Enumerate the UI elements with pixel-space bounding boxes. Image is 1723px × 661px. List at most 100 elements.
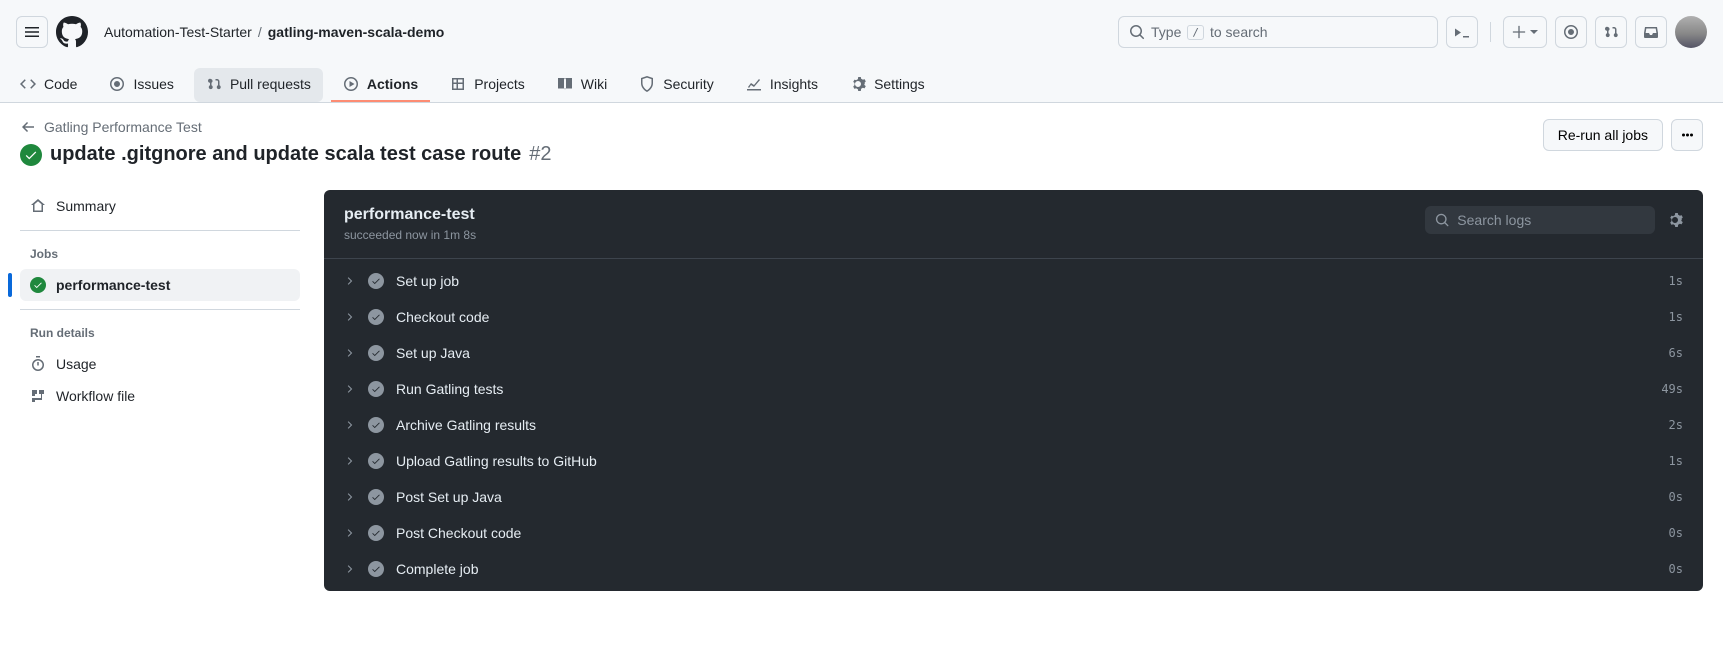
check-icon [24, 148, 38, 162]
step-duration: 2s [1669, 418, 1683, 432]
step-status-success-icon [368, 525, 384, 541]
step-duration: 0s [1669, 526, 1683, 540]
tab-insights[interactable]: Insights [734, 68, 830, 102]
back-link[interactable]: Gatling Performance Test [20, 119, 551, 135]
step-row[interactable]: Post Set up Java 0s [324, 479, 1703, 515]
tab-settings[interactable]: Settings [838, 68, 937, 102]
command-palette-button[interactable] [1446, 16, 1478, 48]
tab-label: Issues [133, 76, 173, 92]
run-number: #2 [529, 143, 551, 166]
step-row[interactable]: Upload Gatling results to GitHub1s [324, 443, 1703, 479]
more-actions-button[interactable] [1671, 119, 1703, 151]
step-status-success-icon [368, 453, 384, 469]
chevron-right-icon [344, 383, 356, 395]
log-settings-button[interactable] [1667, 212, 1683, 228]
tab-pull-requests[interactable]: Pull requests [194, 68, 323, 102]
app-header: Automation-Test-Starter / gatling-maven-… [0, 0, 1723, 103]
step-status-success-icon [368, 273, 384, 289]
tab-wiki[interactable]: Wiki [545, 68, 619, 102]
log-search-input[interactable] [1457, 212, 1645, 228]
status-success-icon [30, 277, 46, 293]
chevron-right-icon [344, 347, 356, 359]
step-row[interactable]: Set up job1s [324, 263, 1703, 299]
tab-label: Wiki [581, 76, 607, 92]
tab-projects[interactable]: Projects [438, 68, 537, 102]
sidebar-job-label: performance-test [56, 277, 170, 293]
steps-list: Set up job1s Checkout code 1s Set up Java6s… [324, 259, 1703, 591]
tab-label: Pull requests [230, 76, 311, 92]
status-success-icon [20, 144, 42, 166]
breadcrumb-repo[interactable]: gatling-maven-scala-demo [268, 24, 445, 40]
sidebar-workflow-file[interactable]: Workflow file [20, 380, 300, 412]
tab-label: Projects [474, 76, 525, 92]
tab-label: Actions [367, 76, 418, 92]
sidebar-divider [20, 230, 300, 231]
chevron-right-icon [344, 311, 356, 323]
sidebar-label: Usage [56, 356, 96, 372]
chevron-right-icon [344, 419, 356, 431]
gear-icon [850, 76, 866, 92]
caret-down-icon [1530, 28, 1538, 36]
header-top-row: Automation-Test-Starter / gatling-maven-… [0, 0, 1723, 48]
pr-icon [206, 76, 222, 92]
step-row[interactable]: Post Checkout code0s [324, 515, 1703, 551]
step-duration: 49s [1661, 382, 1683, 396]
tab-issues[interactable]: Issues [97, 68, 185, 102]
step-duration: 1s [1669, 310, 1683, 324]
hamburger-menu[interactable] [16, 16, 48, 48]
search-prefix: Type [1151, 24, 1181, 40]
sidebar-jobs-heading: Jobs [20, 239, 300, 269]
chevron-right-icon [344, 455, 356, 467]
stopwatch-icon [30, 356, 46, 372]
tab-label: Code [44, 76, 77, 92]
breadcrumb-owner[interactable]: Automation-Test-Starter [104, 24, 252, 40]
tab-label: Settings [874, 76, 925, 92]
notifications-button[interactable] [1635, 16, 1667, 48]
step-row[interactable]: Checkout code 1s [324, 299, 1703, 335]
global-search[interactable]: Type / to search [1118, 16, 1438, 48]
search-key: / [1187, 25, 1204, 40]
sidebar-summary[interactable]: Summary [20, 190, 300, 222]
step-duration: 0s [1669, 490, 1683, 504]
search-icon [1435, 212, 1449, 228]
step-name: Checkout code [396, 309, 1657, 325]
github-logo[interactable] [56, 16, 88, 48]
chevron-right-icon [344, 563, 356, 575]
graph-icon [746, 76, 762, 92]
step-row[interactable]: Set up Java6s [324, 335, 1703, 371]
step-row[interactable]: Complete job0s [324, 551, 1703, 587]
create-new-button[interactable] [1503, 16, 1547, 48]
chevron-right-icon [344, 275, 356, 287]
step-status-success-icon [368, 309, 384, 325]
sidebar-usage[interactable]: Usage [20, 348, 300, 380]
kebab-icon [1679, 127, 1695, 143]
job-header: performance-test succeeded now in 1m 8s [324, 190, 1703, 259]
tab-actions[interactable]: Actions [331, 68, 430, 102]
step-row[interactable]: Archive Gatling results2s [324, 407, 1703, 443]
arrow-left-icon [20, 119, 36, 135]
step-name: Set up Java [396, 345, 1657, 361]
repo-tabs: Code Issues Pull requests Actions Projec… [0, 60, 1723, 102]
run-title-text: update .gitgnore and update scala test c… [50, 143, 521, 166]
layout: Summary Jobs performance-test Run detail… [0, 190, 1723, 611]
tab-label: Security [663, 76, 714, 92]
rerun-all-button[interactable]: Re-run all jobs [1543, 119, 1663, 151]
issues-button[interactable] [1555, 16, 1587, 48]
book-icon [557, 76, 573, 92]
step-status-success-icon [368, 417, 384, 433]
job-subtitle: succeeded now in 1m 8s [344, 228, 476, 242]
user-avatar[interactable] [1675, 16, 1707, 48]
pull-requests-button[interactable] [1595, 16, 1627, 48]
step-row[interactable]: Run Gatling tests49s [324, 371, 1703, 407]
tab-security[interactable]: Security [627, 68, 726, 102]
sidebar-job-item[interactable]: performance-test [20, 269, 300, 301]
shield-icon [639, 76, 655, 92]
step-name: Set up job [396, 273, 1657, 289]
tab-code[interactable]: Code [8, 68, 89, 102]
issue-icon [109, 76, 125, 92]
search-icon [1129, 24, 1145, 40]
sidebar-label: Workflow file [56, 388, 135, 404]
log-search[interactable] [1425, 206, 1655, 234]
sidebar-label: Summary [56, 198, 116, 214]
step-name: Post Set up Java [396, 489, 1657, 505]
